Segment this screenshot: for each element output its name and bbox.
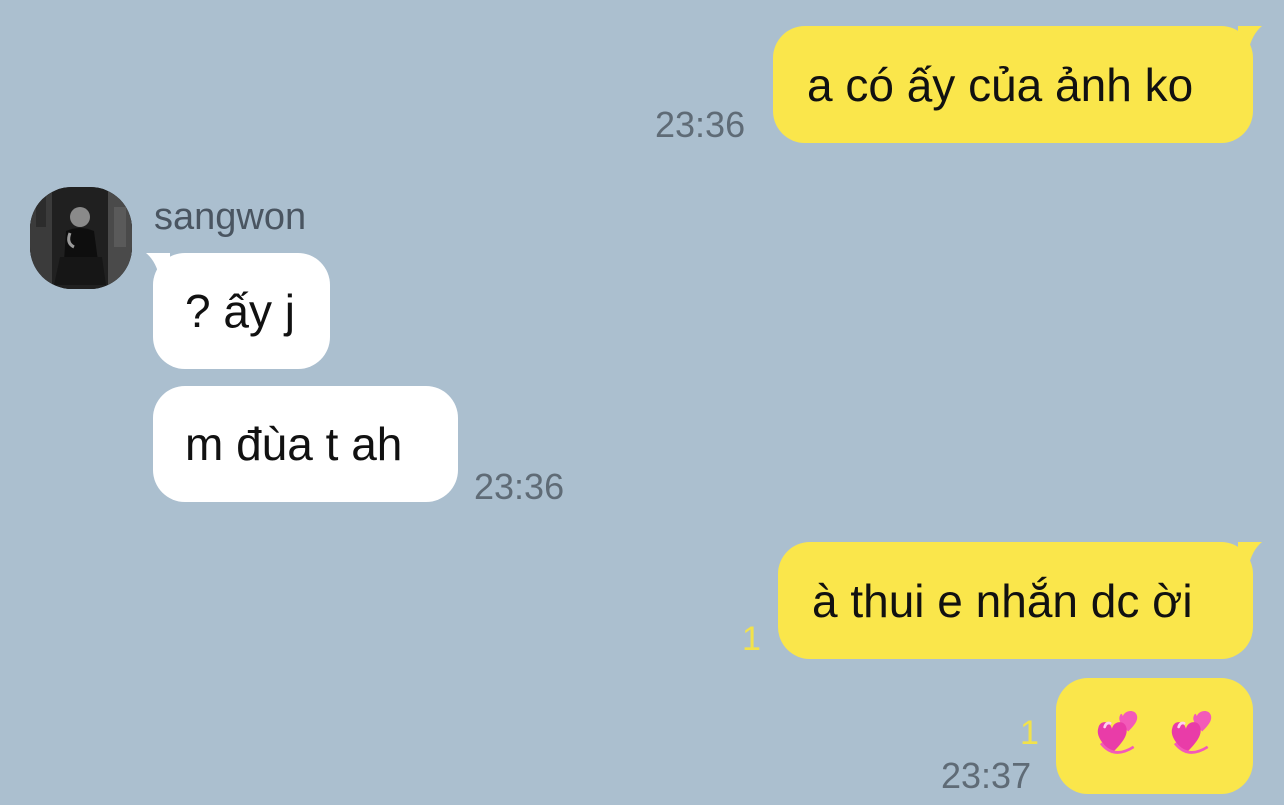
two-hearts-emoji xyxy=(1171,710,1212,754)
two-hearts-emoji xyxy=(1097,710,1138,754)
message-text: à thui e nhắn dc ời xyxy=(812,574,1193,627)
incoming-message-bubble[interactable]: ? ấy j xyxy=(153,253,330,369)
message-text: a có ấy của ảnh ko xyxy=(807,58,1194,111)
unread-count: 1 xyxy=(1020,714,1039,752)
unread-count: 1 xyxy=(742,620,761,658)
outgoing-message-bubble[interactable]: a có ấy của ảnh ko xyxy=(773,26,1253,143)
emoji-row xyxy=(1092,707,1224,765)
contact-avatar[interactable] xyxy=(30,187,132,289)
incoming-message-bubble[interactable]: m đùa t ah xyxy=(153,386,458,502)
outgoing-emoji-bubble[interactable] xyxy=(1056,678,1253,794)
message-text: ? ấy j xyxy=(185,285,295,337)
message-text: m đùa t ah xyxy=(185,418,403,470)
message-timestamp: 23:36 xyxy=(655,104,746,145)
contact-name: sangwon xyxy=(154,196,307,238)
outgoing-message-bubble[interactable]: à thui e nhắn dc ời xyxy=(778,542,1253,659)
avatar-photo-icon xyxy=(30,187,132,289)
chat-screen: a có ấy của ảnh ko 23:36 sangwon ? ấy j … xyxy=(0,0,1284,805)
message-timestamp: 23:36 xyxy=(474,466,565,507)
message-timestamp: 23:37 xyxy=(941,755,1032,796)
